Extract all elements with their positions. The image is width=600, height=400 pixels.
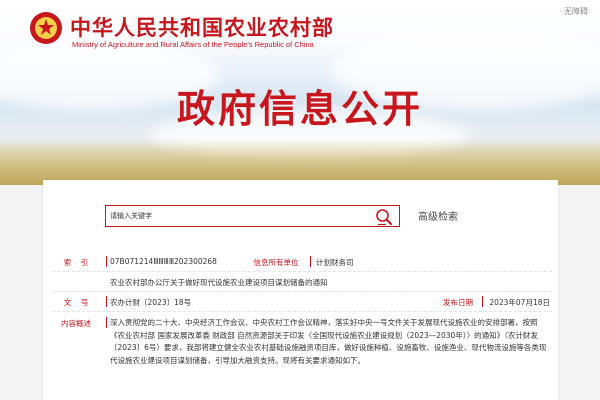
label-divider xyxy=(310,256,311,267)
metadata-row-index: 索 引 07B071214ⅢⅢⅢⅢ202300268 信息所有单位 计划财务司 xyxy=(52,252,552,272)
label-divider xyxy=(482,296,483,307)
ministry-name-cn[interactable]: 中华人民共和国农业农村部 xyxy=(70,12,334,42)
summary-text: 深入贯彻党的二十大、中央经济工作会议、中央农村工作会议精神，落实好中央一号文件关… xyxy=(110,318,547,365)
publish-date-label: 发布日期 xyxy=(443,298,473,307)
metadata-row-summary: 内容概述 深入贯彻党的二十大、中央经济工作会议、中央农村工作会议精神，落实好中央… xyxy=(52,312,552,365)
ministry-name-en: Ministry of Agriculture and Rural Affair… xyxy=(72,40,314,49)
search-icon[interactable] xyxy=(375,208,393,226)
summary-label: 内容概述 xyxy=(61,319,91,328)
label-divider xyxy=(106,296,107,307)
label-divider xyxy=(106,256,107,267)
search-input[interactable] xyxy=(110,209,340,223)
document-number-label: 文 号 xyxy=(63,298,89,307)
publish-date-value: 2023年07月18日 xyxy=(489,298,550,307)
metadata-row-docno: 文 号 农办计财〔2023〕18号 发布日期 2023年07月18日 xyxy=(52,292,552,312)
index-label: 索 引 xyxy=(63,258,89,267)
wheat-field-decoration xyxy=(0,139,600,185)
info-owner-label: 信息所有单位 xyxy=(253,258,299,267)
search-box xyxy=(105,205,400,227)
advanced-search-link[interactable]: 高级检索 xyxy=(418,208,458,223)
metadata-row-title: 农业农村部办公厅关于做好现代设施农业建设项目谋划储备的通知 xyxy=(52,272,552,292)
document-metadata: 索 引 07B071214ⅢⅢⅢⅢ202300268 信息所有单位 计划财务司 … xyxy=(52,252,552,365)
label-divider xyxy=(106,317,107,328)
ministry-emblem-icon xyxy=(30,12,62,44)
document-title: 农业农村部办公厅关于做好现代设施农业建设项目谋划储备的通知 xyxy=(110,278,328,287)
header-banner: 中华人民共和国农业农村部 Ministry of Agriculture and… xyxy=(0,0,600,185)
info-owner-value: 计划财务司 xyxy=(316,258,354,267)
document-number-value: 农办计财〔2023〕18号 xyxy=(110,298,192,307)
accessibility-link[interactable]: 无障碍 xyxy=(564,6,588,17)
page-banner-title: 政府信息公开 xyxy=(176,87,423,131)
index-value: 07B071214ⅢⅢⅢⅢ202300268 xyxy=(110,257,217,266)
